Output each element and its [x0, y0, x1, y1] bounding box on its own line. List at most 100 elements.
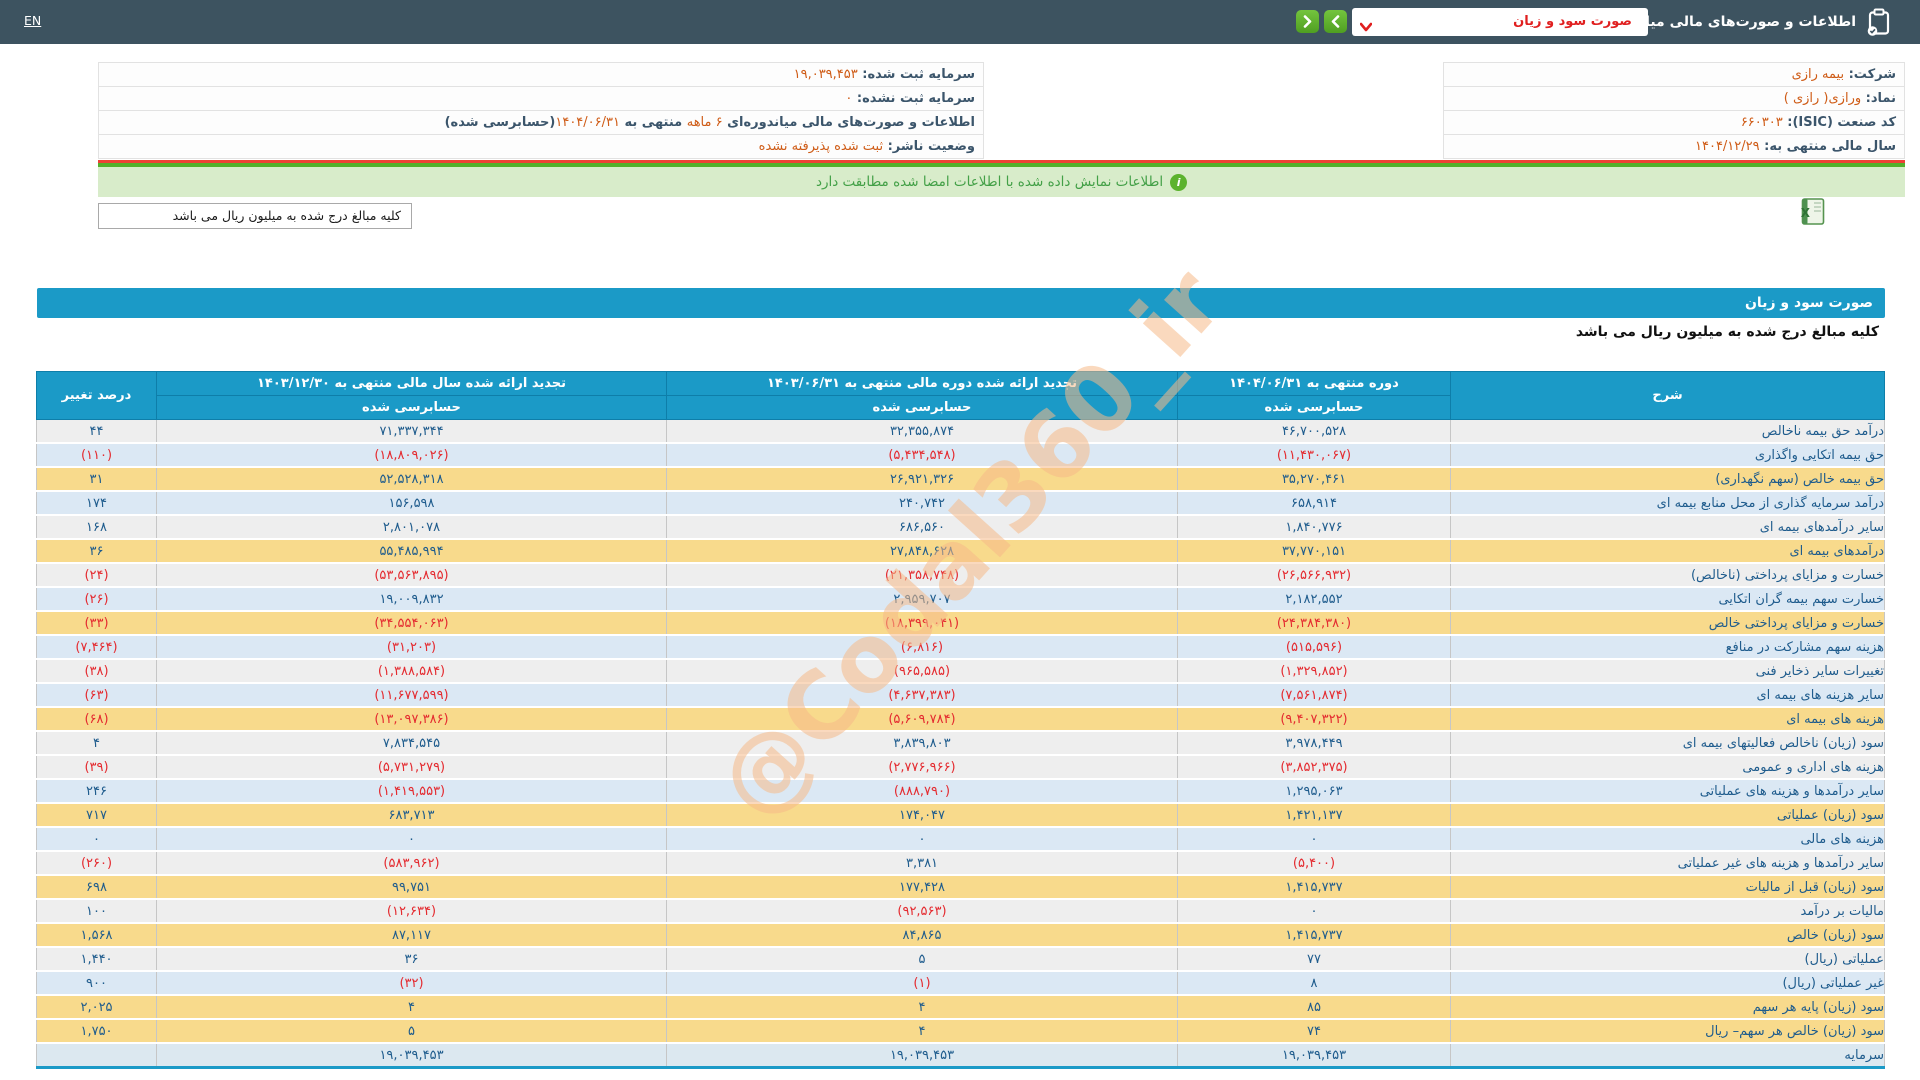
cell-value: ۰ [1177, 827, 1451, 852]
report-type-dropdown[interactable]: صورت سود و زیان [1352, 8, 1648, 36]
cell-value: ۸ [1177, 971, 1451, 996]
cell-value: (۲۶,۵۶۶,۹۳۲) [1177, 563, 1451, 588]
cell-value: ۱,۴۲۱,۱۳۷ [1177, 803, 1451, 828]
cell-value: (۱۸,۳۹۹,۰۴۱) [666, 611, 1178, 636]
cell-value: ۷۷ [1177, 947, 1451, 972]
info-label: (حسابرسی شده) [444, 115, 556, 130]
table-row: عملیاتی (ریال) ۷۷ ۵ ۳۶ ۱,۴۴۰ [36, 947, 1885, 972]
next-button[interactable] [1296, 10, 1319, 33]
row-label: مالیات بر درآمد [1450, 899, 1885, 924]
row-label: درآمدهای بیمه ای [1450, 539, 1885, 564]
table-row: حق بیمه اتکایی واگذاری (۱۱,۴۳۰,۰۶۷) (۵,۴۳۴… [36, 443, 1885, 468]
company-info-left: سرمایه ثبت شده: ۱۹,۰۳۹,۴۵۳ سرمایه ثبت نشد… [98, 62, 984, 159]
cell-value: ۸۴,۸۶۵ [666, 923, 1178, 948]
cell-value: (۵۸۳,۹۶۲) [156, 851, 667, 876]
info-value: بیمه رازی [1791, 67, 1845, 82]
cell-value: (۲,۷۷۶,۹۶۶) [666, 755, 1178, 780]
info-row: شرکت: بیمه رازی [1443, 62, 1905, 86]
table-row: سرمایه ۱۹,۰۳۹,۴۵۳ ۱۹,۰۳۹,۴۵۳ ۱۹,۰۳۹,۴۵۳ [36, 1043, 1885, 1069]
cell-value: (۱,۴۱۹,۵۵۳) [156, 779, 667, 804]
table-row: سایر درآمدها و هزینه های عملیاتی ۱,۲۹۵,۰۶… [36, 779, 1885, 804]
info-icon: i [1170, 173, 1188, 191]
info-row: سال مالی منتهی به: ۱۴۰۴/۱۲/۲۹ [1443, 134, 1905, 159]
svg-text:X: X [1801, 206, 1811, 220]
table-row: سایر هزینه های بیمه ای (۷,۵۶۱,۸۷۴) (۴,۶۳۷,… [36, 683, 1885, 708]
cell-value: ۱,۴۱۵,۷۳۷ [1177, 875, 1451, 900]
period-nav-buttons [1296, 10, 1347, 33]
cell-value: ۱,۲۹۵,۰۶۳ [1177, 779, 1451, 804]
row-label: درآمد سرمایه گذاری از محل منابع بیمه ای [1450, 491, 1885, 516]
table-row: هزینه سهم مشارکت در منافع (۵۱۵,۵۹۶) (۶,۸۱۶… [36, 635, 1885, 660]
cell-value: ۴۴ [36, 419, 157, 444]
row-label: عملیاتی (ریال) [1450, 947, 1885, 972]
row-label: سایر هزینه های بیمه ای [1450, 683, 1885, 708]
cell-value: (۵۱۵,۵۹۶) [1177, 635, 1451, 660]
row-label: سود (زیان) خالص [1450, 923, 1885, 948]
header-change-pct: درصد تغییر [36, 371, 157, 420]
cell-value: ۱۷۴,۰۴۷ [666, 803, 1178, 828]
language-en-link[interactable]: EN [24, 13, 41, 28]
row-label: سود (زیان) خالص هر سهم– ریال [1450, 1019, 1885, 1044]
table-row: سود (زیان) قبل از مالیات ۱,۴۱۵,۷۳۷ ۱۷۷,۴۲۸… [36, 875, 1885, 900]
cell-value: ۹۰۰ [36, 971, 157, 996]
cell-value: (۶۳) [36, 683, 157, 708]
cell-value: ۳۶ [36, 539, 157, 564]
cell-value: (۵,۴۰۰) [1177, 851, 1451, 876]
table-row: حق بیمه خالص (سهم نگهداری) ۳۵,۲۷۰,۴۶۱ ۲۶,۹… [36, 467, 1885, 492]
cell-value: ۰ [666, 827, 1178, 852]
row-label: سود (زیان) عملیاتی [1450, 803, 1885, 828]
cell-value: (۸۸۸,۷۹۰) [666, 779, 1178, 804]
info-value: ۶۶۰۳۰۳ [1740, 115, 1783, 130]
table-row: مالیات بر درآمد ۰ (۹۲,۵۶۳) (۱۲,۶۳۴) ۱۰۰ [36, 899, 1885, 924]
cell-value: ۴ [666, 995, 1178, 1020]
cell-value: (۴,۶۳۷,۳۸۳) [666, 683, 1178, 708]
cell-value: ۰ [36, 827, 157, 852]
table-row: هزینه های بیمه ای (۹,۴۰۷,۳۲۲) (۵,۶۰۹,۷۸۴)(… [36, 707, 1885, 732]
info-label: وضعیت ناشر: [883, 139, 975, 154]
row-label: سود (زیان) پایه هر سهم [1450, 995, 1885, 1020]
row-label: سود (زیان) ناخالص فعالیتهای بیمه ای [1450, 731, 1885, 756]
table-row: خسارت سهم بیمه گران اتکایی ۲,۱۸۲,۵۵۲ ۲,۹۵۹… [36, 587, 1885, 612]
cell-value: ۲,۸۰۱,۰۷۸ [156, 515, 667, 540]
cell-value: ۳,۸۳۹,۸۰۳ [666, 731, 1178, 756]
cell-value: ۳,۳۸۱ [666, 851, 1178, 876]
excel-download-icon[interactable]: X [1800, 197, 1827, 226]
cell-value: (۵,۴۳۴,۵۴۸) [666, 443, 1178, 468]
row-label: خسارت و مزایای پرداختی خالص [1450, 611, 1885, 636]
cell-value [36, 1043, 157, 1069]
cell-value: (۳۱,۲۰۳) [156, 635, 667, 660]
cell-value: ۶۹۸ [36, 875, 157, 900]
unit-note-box: کلیه مبالغ درج شده به میلیون ریال می باش… [98, 203, 412, 229]
chevron-down-icon [1359, 17, 1373, 32]
info-label: نماد: [1861, 91, 1896, 106]
info-row: نماد: ورازی( رازی ) [1443, 86, 1905, 110]
cell-value: ۱,۵۶۸ [36, 923, 157, 948]
info-label: کد صنعت (ISIC): [1782, 115, 1896, 130]
row-label: سایر درآمدها و هزینه های عملیاتی [1450, 779, 1885, 804]
cell-value: ۴ [666, 1019, 1178, 1044]
header-prior-period: تجدید ارائه شده دوره مالی منتهی به ۱۴۰۳/… [666, 371, 1178, 396]
cell-value: (۳۴,۵۵۴,۰۶۳) [156, 611, 667, 636]
info-label: سرمایه ثبت شده: [857, 67, 975, 82]
cell-value: (۱۸,۸۰۹,۰۲۶) [156, 443, 667, 468]
info-label: منتهی به [619, 115, 687, 130]
cell-value: ۲۶,۹۲۱,۳۲۶ [666, 467, 1178, 492]
table-row: درآمدهای بیمه ای ۳۷,۷۷۰,۱۵۱ ۲۷,۸۴۸,۶۲۸ ۵۵,۴… [36, 539, 1885, 564]
cell-value: ۲,۹۵۹,۷۰۷ [666, 587, 1178, 612]
row-label: سایر درآمدهای بیمه ای [1450, 515, 1885, 540]
table-row: سایر درآمدها و هزینه های غیر عملیاتی (۵,۴… [36, 851, 1885, 876]
cell-value: (۱۳,۰۹۷,۳۸۶) [156, 707, 667, 732]
statement-table: شرح دوره منتهی به ۱۴۰۴/۰۶/۳۱ تجدید ارائه… [36, 371, 1885, 1069]
info-value: ورازی( رازی ) [1783, 91, 1862, 106]
info-value: ۱۴۰۴/۰۶/۳۱ [555, 115, 620, 130]
cell-value: ۱۹,۰۳۹,۴۵۳ [1177, 1043, 1451, 1069]
row-label: هزینه های بیمه ای [1450, 707, 1885, 732]
company-info-right: شرکت: بیمه رازی نماد: ورازی( رازی ) کد صنع… [1443, 62, 1905, 159]
header-audited-1: حسابرسی شده [1177, 395, 1451, 420]
header-prior-year: تجدید ارائه شده سال مالی منتهی به ۱۴۰۳/۱… [156, 371, 667, 396]
header-current-period: دوره منتهی به ۱۴۰۴/۰۶/۳۱ [1177, 371, 1451, 396]
row-label: هزینه سهم مشارکت در منافع [1450, 635, 1885, 660]
cell-value: (۶۸) [36, 707, 157, 732]
row-label: سایر درآمدها و هزینه های غیر عملیاتی [1450, 851, 1885, 876]
prev-button[interactable] [1324, 10, 1347, 33]
